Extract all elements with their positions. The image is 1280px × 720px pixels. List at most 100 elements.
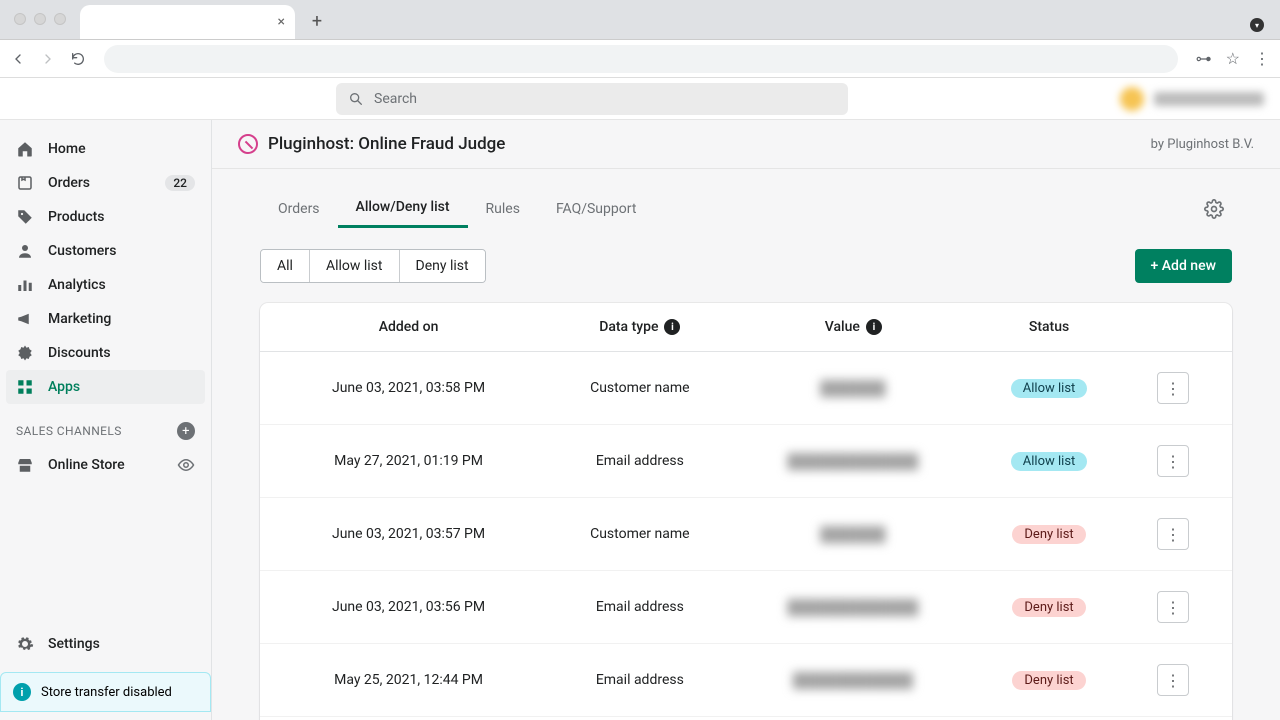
page-header: Pluginhost: Online Fraud Judge by Plugin…: [212, 120, 1280, 169]
app-header: Search: [0, 78, 1280, 120]
status-badge: Deny list: [1012, 671, 1085, 690]
status-badge: Allow list: [1011, 379, 1088, 398]
sales-channels-label: SALES CHANNELS: [16, 424, 122, 438]
search-placeholder: Search: [374, 91, 417, 107]
browser-profile-icon[interactable]: ▾: [1250, 18, 1264, 32]
close-window-icon[interactable]: [14, 13, 26, 25]
row-actions-button[interactable]: ⋮: [1157, 445, 1189, 477]
cell-added: June 03, 2021, 03:56 PM: [284, 599, 533, 615]
settings-gear-icon[interactable]: [1196, 191, 1232, 227]
account-menu[interactable]: [1120, 87, 1264, 111]
row-actions-button[interactable]: ⋮: [1157, 518, 1189, 550]
sidebar-item-apps[interactable]: Apps: [6, 370, 205, 404]
sales-channels-heading: SALES CHANNELS +: [0, 404, 211, 448]
add-new-button[interactable]: + Add new: [1135, 249, 1232, 283]
cell-type: Email address: [533, 453, 747, 469]
cell-value: ████████████: [747, 599, 961, 616]
back-icon[interactable]: [10, 51, 26, 67]
tabs: Orders Allow/Deny list Rules FAQ/Support: [260, 189, 1232, 229]
page-byline: by Pluginhost B.V.: [1151, 137, 1254, 152]
megaphone-icon: [16, 310, 34, 328]
status-badge: Deny list: [1012, 525, 1085, 544]
info-icon[interactable]: i: [866, 319, 882, 335]
sidebar-item-home[interactable]: Home: [0, 132, 211, 166]
settings-label: Settings: [48, 636, 100, 652]
star-icon[interactable]: ☆: [1226, 49, 1240, 68]
sidebar-item-orders[interactable]: Orders 22: [0, 166, 211, 200]
table: Added on Data typei Valuei Status June 0…: [260, 303, 1232, 720]
sidebar-item-settings[interactable]: Settings: [0, 624, 211, 664]
cell-added: June 03, 2021, 03:57 PM: [284, 526, 533, 542]
orders-badge: 22: [165, 175, 195, 191]
row-actions-button[interactable]: ⋮: [1157, 372, 1189, 404]
close-tab-icon[interactable]: ×: [278, 14, 285, 30]
col-status: Status: [960, 319, 1138, 335]
maximize-window-icon[interactable]: [54, 13, 66, 25]
filter-row: All Allow list Deny list + Add new: [260, 249, 1232, 283]
key-icon[interactable]: ⊶: [1196, 49, 1212, 68]
bars-icon: [16, 276, 34, 294]
tab-allow-deny[interactable]: Allow/Deny list: [338, 189, 468, 228]
discount-icon: [16, 344, 34, 362]
row-actions-button[interactable]: ⋮: [1157, 591, 1189, 623]
kebab-menu-icon[interactable]: ⋮: [1254, 49, 1270, 68]
sidebar-item-analytics[interactable]: Analytics: [0, 268, 211, 302]
add-channel-icon[interactable]: +: [177, 422, 195, 440]
window-controls: [14, 13, 66, 25]
info-icon[interactable]: i: [664, 319, 680, 335]
forward-icon: [40, 51, 56, 67]
filter-deny[interactable]: Deny list: [400, 250, 485, 282]
transfer-banner[interactable]: i Store transfer disabled: [0, 672, 211, 712]
minimize-window-icon[interactable]: [34, 13, 46, 25]
sidebar-item-label: Customers: [48, 243, 116, 259]
cell-status: Deny list: [960, 598, 1138, 617]
cell-status: Deny list: [960, 671, 1138, 690]
main-content: Pluginhost: Online Fraud Judge by Plugin…: [212, 120, 1280, 720]
apps-icon: [16, 378, 34, 396]
address-bar[interactable]: [104, 45, 1178, 73]
browser-tab[interactable]: ×: [80, 5, 295, 39]
table-row: June 03, 2021, 03:58 PMCustomer name████…: [260, 352, 1232, 425]
filter-allow[interactable]: Allow list: [310, 250, 400, 282]
table-row: June 03, 2021, 03:56 PMEmail address████…: [260, 571, 1232, 644]
sidebar: Home Orders 22 Products Customers Analyt…: [0, 120, 212, 720]
sidebar-item-label: Discounts: [48, 345, 111, 361]
sidebar-item-label: Home: [48, 141, 86, 157]
search-input[interactable]: Search: [336, 83, 848, 115]
table-header: Added on Data typei Valuei Status: [260, 303, 1232, 352]
table-row: May 25, 2021, 12:44 PMEmail address█████…: [260, 644, 1232, 717]
cell-added: June 03, 2021, 03:58 PM: [284, 380, 533, 396]
sidebar-item-products[interactable]: Products: [0, 200, 211, 234]
cell-added: May 27, 2021, 01:19 PM: [284, 453, 533, 469]
cell-value: ██████: [747, 380, 961, 397]
new-tab-button[interactable]: +: [303, 7, 331, 35]
reload-icon[interactable]: [70, 51, 86, 67]
tab-rules[interactable]: Rules: [468, 191, 538, 227]
sidebar-item-customers[interactable]: Customers: [0, 234, 211, 268]
row-actions-button[interactable]: ⋮: [1157, 664, 1189, 696]
cell-status: Allow list: [960, 379, 1138, 398]
store-icon: [16, 456, 34, 474]
cell-type: Email address: [533, 599, 747, 615]
tab-faq[interactable]: FAQ/Support: [538, 191, 654, 227]
channel-label: Online Store: [48, 457, 125, 473]
sidebar-item-label: Marketing: [48, 311, 111, 327]
sidebar-item-online-store[interactable]: Online Store: [0, 448, 211, 482]
col-data-type: Data typei: [533, 319, 747, 335]
sidebar-item-label: Analytics: [48, 277, 106, 293]
filter-segment: All Allow list Deny list: [260, 249, 486, 283]
sidebar-item-marketing[interactable]: Marketing: [0, 302, 211, 336]
cell-value: ████████████: [747, 453, 961, 470]
info-icon: i: [13, 683, 31, 701]
col-value: Valuei: [747, 319, 961, 335]
tab-orders[interactable]: Orders: [260, 191, 338, 227]
browser-chrome: × + ▾: [0, 0, 1280, 40]
sidebar-item-discounts[interactable]: Discounts: [0, 336, 211, 370]
sidebar-item-label: Apps: [48, 379, 80, 395]
avatar: [1120, 87, 1144, 111]
gear-icon: [16, 635, 34, 653]
cell-type: Customer name: [533, 380, 747, 396]
eye-icon[interactable]: [177, 456, 195, 474]
filter-all[interactable]: All: [261, 250, 310, 282]
status-badge: Deny list: [1012, 598, 1085, 617]
